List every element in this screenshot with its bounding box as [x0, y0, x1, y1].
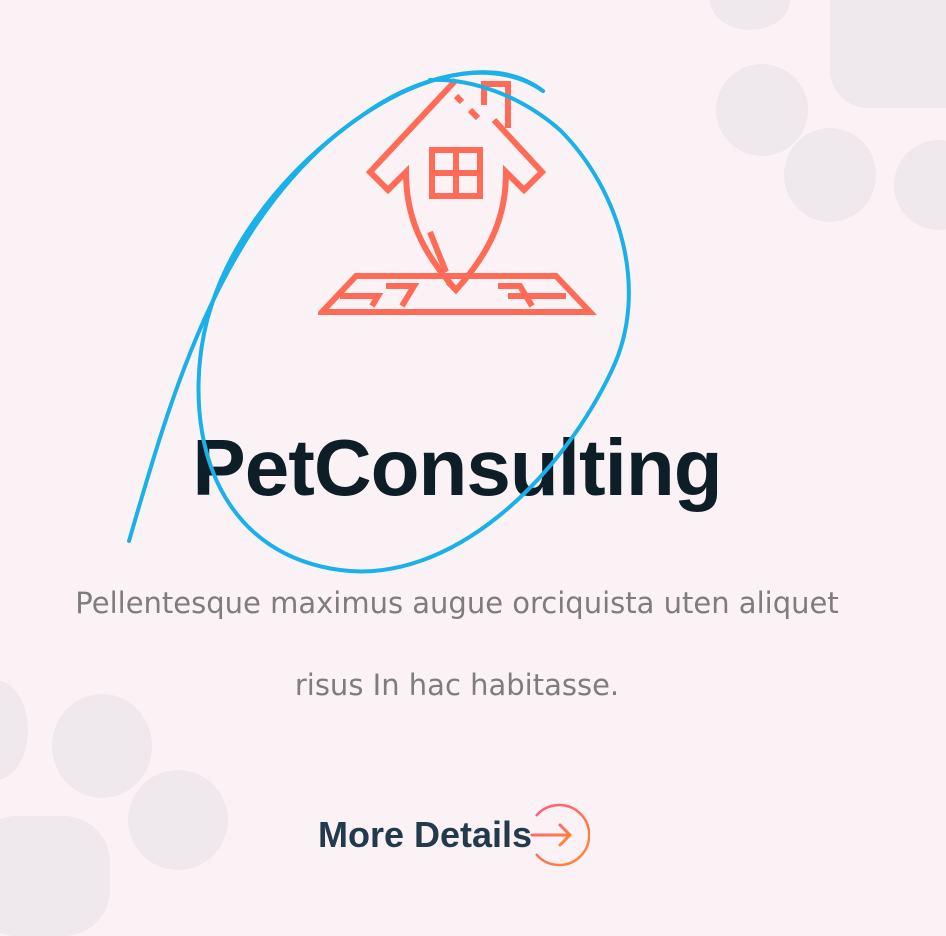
- house-pin-icon: [318, 77, 597, 315]
- description-line-1: Pellentesque maximus augue orciquista ut…: [75, 586, 839, 620]
- service-description: Pellentesque maximus augue orciquista ut…: [20, 562, 894, 726]
- arrow-right-circle-icon: [530, 803, 591, 867]
- more-details-label: More Details: [318, 814, 533, 855]
- description-line-2: risus In hac habitasse.: [294, 668, 620, 702]
- more-details-link[interactable]: More Details: [318, 802, 591, 868]
- service-card: PetConsulting Pellentesque maximus augue…: [0, 0, 946, 897]
- page-title: PetConsulting: [192, 423, 722, 512]
